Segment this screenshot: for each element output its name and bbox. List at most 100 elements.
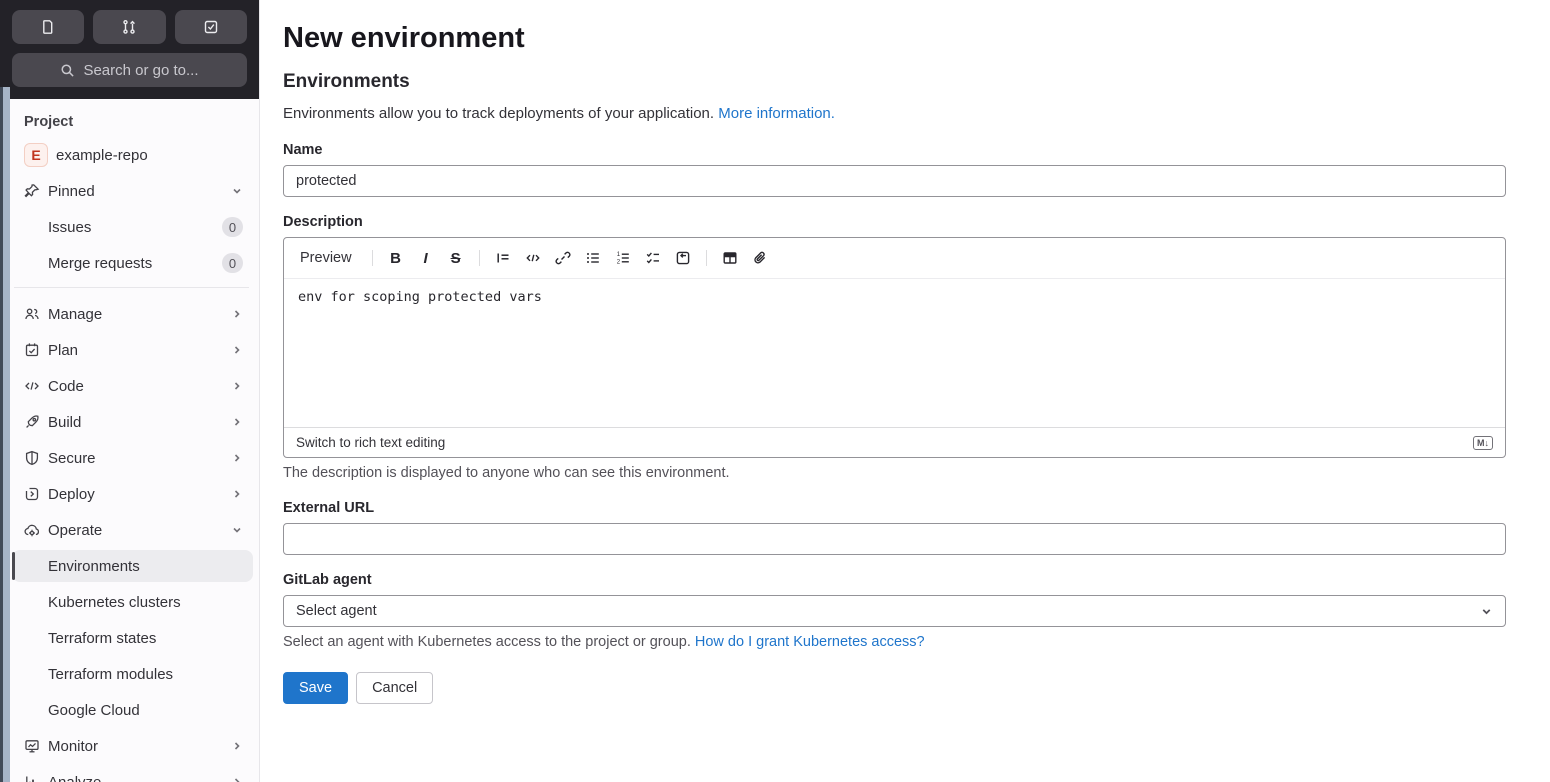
selected-agent-value: Select agent xyxy=(296,603,377,619)
shield-icon xyxy=(24,450,40,466)
description-label: Description xyxy=(283,214,363,230)
chevron-right-icon xyxy=(231,380,243,392)
svg-text:1: 1 xyxy=(616,252,620,258)
sidebar-item-terraform-states[interactable]: Terraform states xyxy=(12,622,253,654)
insert-link-button[interactable] xyxy=(549,244,577,272)
agent-help-text: Select an agent with Kubernetes access t… xyxy=(283,634,691,650)
sidebar-item-deploy[interactable]: Deploy xyxy=(12,478,253,510)
main-content: New environment Environments Environment… xyxy=(260,0,1550,782)
sidebar-item-google-cloud[interactable]: Google Cloud xyxy=(12,694,253,726)
markdown-icon: M↓ xyxy=(1473,435,1493,450)
svg-text:2: 2 xyxy=(616,260,620,266)
insert-table-button[interactable] xyxy=(716,244,744,272)
sidebar: Search or go to... Project E example-rep… xyxy=(0,0,260,782)
table-icon xyxy=(722,250,738,266)
cloud-gear-icon xyxy=(24,522,40,538)
todo-shortcut-button[interactable] xyxy=(174,10,247,44)
sidebar-item-issues[interactable]: Issues 0 xyxy=(12,211,253,243)
external-url-label: External URL xyxy=(283,500,375,516)
link-icon xyxy=(555,250,571,266)
issues-shortcut-button[interactable] xyxy=(12,10,85,44)
pinned-label: Pinned xyxy=(48,182,95,200)
issues-count-badge: 0 xyxy=(222,217,243,237)
sidebar-item-code[interactable]: Code xyxy=(12,370,253,402)
chevron-right-icon xyxy=(231,488,243,500)
sidebar-item-manage[interactable]: Manage xyxy=(12,298,253,330)
quote-icon xyxy=(495,250,511,266)
chevron-right-icon xyxy=(231,344,243,356)
project-section-label: Project xyxy=(24,114,74,130)
toolbar-separator xyxy=(478,250,480,266)
name-input[interactable] xyxy=(283,165,1506,197)
sidebar-item-project[interactable]: E example-repo xyxy=(12,139,253,171)
markdown-toolbar: Preview B I S 1 2 xyxy=(284,238,1505,279)
sidebar-item-operate[interactable]: Operate xyxy=(12,514,253,546)
strikethrough-button[interactable]: S xyxy=(442,244,470,272)
calendar-check-icon xyxy=(24,342,40,358)
attach-file-button[interactable] xyxy=(746,244,774,272)
chart-icon xyxy=(24,774,40,782)
pin-icon xyxy=(24,183,40,199)
chevron-right-icon xyxy=(231,740,243,752)
code-icon xyxy=(525,250,541,266)
numbered-list-button[interactable]: 1 2 xyxy=(609,244,637,272)
kubernetes-access-link[interactable]: How do I grant Kubernetes access? xyxy=(695,634,925,650)
markdown-editor: Preview B I S 1 2 env for scoping protec… xyxy=(283,237,1506,458)
switch-rich-text-link[interactable]: Switch to rich text editing xyxy=(296,435,445,450)
italic-button[interactable]: I xyxy=(412,244,440,272)
toolbar-separator xyxy=(705,250,707,266)
project-avatar: E xyxy=(24,143,48,167)
sidebar-item-terraform-modules[interactable]: Terraform modules xyxy=(12,658,253,690)
merge-requests-shortcut-button[interactable] xyxy=(93,10,166,44)
section-heading: Environments xyxy=(283,71,410,92)
more-information-link[interactable]: More information. xyxy=(718,105,835,122)
insert-code-button[interactable] xyxy=(519,244,547,272)
bullet-list-icon xyxy=(585,250,601,266)
sidebar-topbar: Search or go to... xyxy=(0,0,259,99)
editor-footer: Switch to rich text editing M↓ xyxy=(284,427,1505,457)
save-button[interactable]: Save xyxy=(283,672,349,704)
cancel-button[interactable]: Cancel xyxy=(356,672,434,704)
chevron-right-icon xyxy=(231,308,243,320)
toolbar-separator xyxy=(371,250,373,266)
sidebar-divider xyxy=(14,287,249,288)
task-list-button[interactable] xyxy=(639,244,667,272)
rocket-icon xyxy=(24,414,40,430)
sidebar-item-environments[interactable]: Environments xyxy=(12,550,253,582)
preview-button[interactable]: Preview xyxy=(294,246,364,270)
collapsible-section-button[interactable] xyxy=(669,244,697,272)
details-block-icon xyxy=(675,250,691,266)
sidebar-item-secure[interactable]: Secure xyxy=(12,442,253,474)
blockquote-button[interactable] xyxy=(489,244,517,272)
bold-button[interactable]: B xyxy=(382,244,410,272)
sidebar-item-monitor[interactable]: Monitor xyxy=(12,730,253,762)
external-url-input[interactable] xyxy=(283,523,1506,555)
issues-icon xyxy=(40,19,56,35)
sidebar-item-kubernetes-clusters[interactable]: Kubernetes clusters xyxy=(12,586,253,618)
search-input[interactable]: Search or go to... xyxy=(12,53,247,87)
description-textarea[interactable]: env for scoping protected vars xyxy=(284,279,1505,427)
sidebar-item-plan[interactable]: Plan xyxy=(12,334,253,366)
gitlab-agent-select[interactable]: Select agent xyxy=(283,595,1506,627)
task-list-icon xyxy=(645,250,661,266)
intro-text: Environments allow you to track deployme… xyxy=(283,105,715,122)
merge-request-icon xyxy=(121,19,137,35)
sidebar-item-build[interactable]: Build xyxy=(12,406,253,438)
description-help-text: The description is displayed to anyone w… xyxy=(283,465,730,481)
bullet-list-button[interactable] xyxy=(579,244,607,272)
sidebar-item-analyze[interactable]: Analyze xyxy=(12,766,253,782)
search-icon xyxy=(60,63,75,78)
sidebar-item-pinned[interactable]: Pinned xyxy=(12,175,253,207)
page-title: New environment xyxy=(283,22,525,54)
chevron-down-icon xyxy=(231,185,243,197)
sidebar-item-merge-requests[interactable]: Merge requests 0 xyxy=(12,247,253,279)
paperclip-icon xyxy=(752,250,768,266)
chevron-right-icon xyxy=(231,452,243,464)
project-name: example-repo xyxy=(56,146,148,164)
monitor-icon xyxy=(24,738,40,754)
merge-requests-count-badge: 0 xyxy=(222,253,243,273)
name-label: Name xyxy=(283,142,323,158)
todo-check-icon xyxy=(203,19,219,35)
numbered-list-icon: 1 2 xyxy=(615,250,631,266)
deploy-icon xyxy=(24,486,40,502)
